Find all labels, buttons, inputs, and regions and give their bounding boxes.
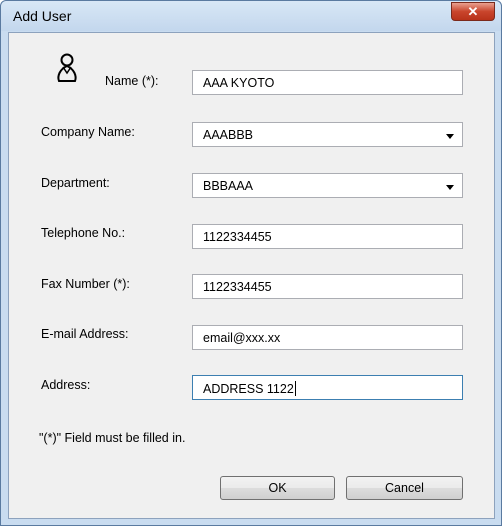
fax-label: Fax Number (*): — [41, 277, 130, 291]
email-value: email@xxx.xx — [203, 331, 281, 345]
department-value: BBBAAA — [203, 179, 254, 193]
company-value: AAABBB — [203, 128, 254, 142]
chevron-down-icon[interactable] — [446, 134, 454, 139]
fax-value: 1122334455 — [203, 280, 272, 294]
user-icon — [57, 53, 77, 82]
email-label: E-mail Address: — [41, 327, 129, 341]
title-bar[interactable]: Add User ✕ — [1, 1, 501, 31]
department-select[interactable]: BBBAAA — [192, 173, 463, 198]
telephone-value: 1122334455 — [203, 230, 272, 244]
address-label: Address: — [41, 378, 91, 392]
close-icon: ✕ — [467, 4, 479, 19]
required-note: "(*)" Field must be filled in. — [39, 431, 186, 445]
company-select[interactable]: AAABBB — [192, 122, 463, 147]
close-button[interactable]: ✕ — [451, 2, 495, 21]
fax-field[interactable]: 1122334455 — [192, 274, 463, 299]
email-field[interactable]: email@xxx.xx — [192, 325, 463, 350]
name-label: Name (*): — [105, 74, 159, 88]
chevron-down-icon[interactable] — [446, 185, 454, 190]
department-label: Department: — [41, 176, 110, 190]
telephone-field[interactable]: 1122334455 — [192, 224, 463, 249]
add-user-dialog: Add User ✕ Name (*): AAA KYOTO Company N… — [0, 0, 502, 526]
name-field[interactable]: AAA KYOTO — [192, 70, 463, 95]
address-value: ADDRESS 1122 — [203, 382, 294, 396]
telephone-label: Telephone No.: — [41, 226, 126, 240]
address-field[interactable]: ADDRESS 1122 — [192, 375, 463, 400]
name-value: AAA KYOTO — [203, 76, 275, 90]
text-caret — [294, 381, 296, 396]
cancel-button[interactable]: Cancel — [346, 476, 463, 500]
ok-button[interactable]: OK — [220, 476, 335, 500]
company-label: Company Name: — [41, 125, 135, 139]
dialog-body: Name (*): AAA KYOTO Company Name: AAABBB… — [8, 32, 495, 519]
dialog-title: Add User — [13, 8, 72, 24]
